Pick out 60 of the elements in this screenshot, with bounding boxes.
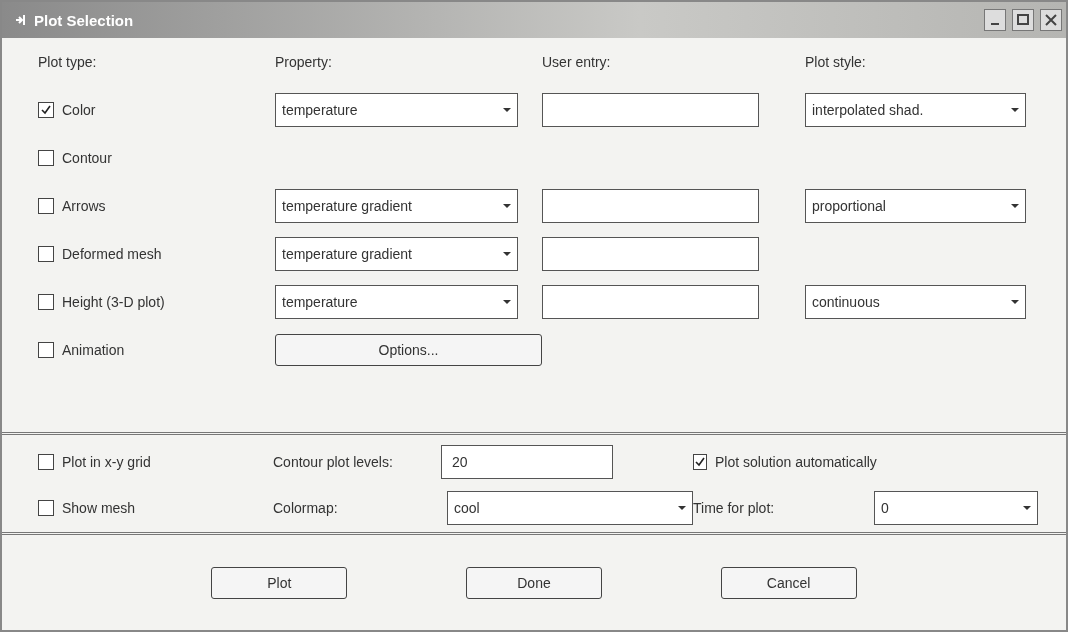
user-entry-field[interactable] — [542, 285, 759, 319]
window-title: Plot Selection — [34, 11, 134, 29]
caret-icon — [503, 204, 511, 208]
checkbox-label: Deformed mesh — [62, 246, 162, 262]
user-entry-field[interactable] — [542, 237, 759, 271]
maximize-icon — [1016, 13, 1030, 27]
plot-style-dropdown[interactable]: interpolated shad. — [805, 93, 1026, 127]
caret-icon — [1011, 108, 1019, 112]
field-label: Colormap: — [273, 500, 339, 516]
caret-icon — [503, 300, 511, 304]
caret-icon — [1023, 506, 1031, 510]
checkbox-label: Arrows — [62, 198, 106, 214]
checkbox[interactable] — [38, 500, 54, 516]
colormap-dropdown[interactable]: cool — [447, 491, 693, 525]
property-dropdown[interactable]: temperature gradient — [275, 237, 518, 271]
column-header: Property: — [275, 54, 333, 70]
caret-icon — [1011, 204, 1019, 208]
close-icon — [1044, 13, 1058, 27]
checkbox-label: Contour — [62, 150, 112, 166]
column-header: Plot type: — [38, 54, 98, 70]
checkbox[interactable] — [693, 454, 707, 470]
minimize-icon — [991, 23, 999, 25]
options-button[interactable]: Options... — [275, 334, 542, 366]
caret-icon — [678, 506, 686, 510]
plot-style-dropdown[interactable]: continuous — [805, 285, 1026, 319]
property-dropdown[interactable]: temperature — [275, 285, 518, 319]
user-entry-field[interactable] — [542, 189, 759, 223]
dialog-button[interactable]: Done — [466, 566, 602, 599]
checkbox[interactable] — [38, 150, 54, 166]
checkbox-label: Color — [62, 102, 96, 118]
column-header: Plot style: — [805, 54, 867, 70]
checkbox-label: Plot solution automatically — [715, 454, 877, 470]
checkbox-label: Height (3-D plot) — [62, 294, 165, 310]
field-label: Contour plot levels: — [273, 454, 394, 470]
time-dropdown[interactable]: 0 — [874, 491, 1038, 525]
caret-icon — [1011, 300, 1019, 304]
property-dropdown[interactable]: temperature gradient — [275, 189, 518, 223]
user-entry-field[interactable] — [542, 93, 759, 127]
checkbox[interactable] — [38, 342, 54, 358]
contour-levels-field[interactable]: 20 — [441, 445, 613, 479]
checkbox[interactable] — [38, 246, 54, 262]
checkbox[interactable] — [38, 198, 54, 214]
plot-style-dropdown[interactable]: proportional — [805, 189, 1026, 223]
close-button[interactable] — [1040, 9, 1062, 31]
dialog-button[interactable]: Plot — [211, 566, 348, 599]
field-label: Time for plot: — [693, 500, 776, 516]
app-icon — [14, 13, 28, 27]
checkbox[interactable] — [38, 454, 54, 470]
checkbox-label: Animation — [62, 342, 125, 358]
column-header: User entry: — [542, 54, 612, 70]
checkbox-label: Show mesh — [62, 500, 136, 516]
checkbox[interactable] — [38, 294, 54, 310]
caret-icon — [503, 108, 511, 112]
maximize-button[interactable] — [1012, 9, 1034, 31]
checkbox[interactable] — [38, 102, 54, 118]
dialog-button[interactable]: Cancel — [720, 566, 857, 599]
minimize-button[interactable] — [984, 9, 1006, 31]
checkbox-label: Plot in x-y grid — [62, 454, 151, 470]
caret-icon — [503, 252, 511, 256]
property-dropdown[interactable]: temperature — [275, 93, 518, 127]
